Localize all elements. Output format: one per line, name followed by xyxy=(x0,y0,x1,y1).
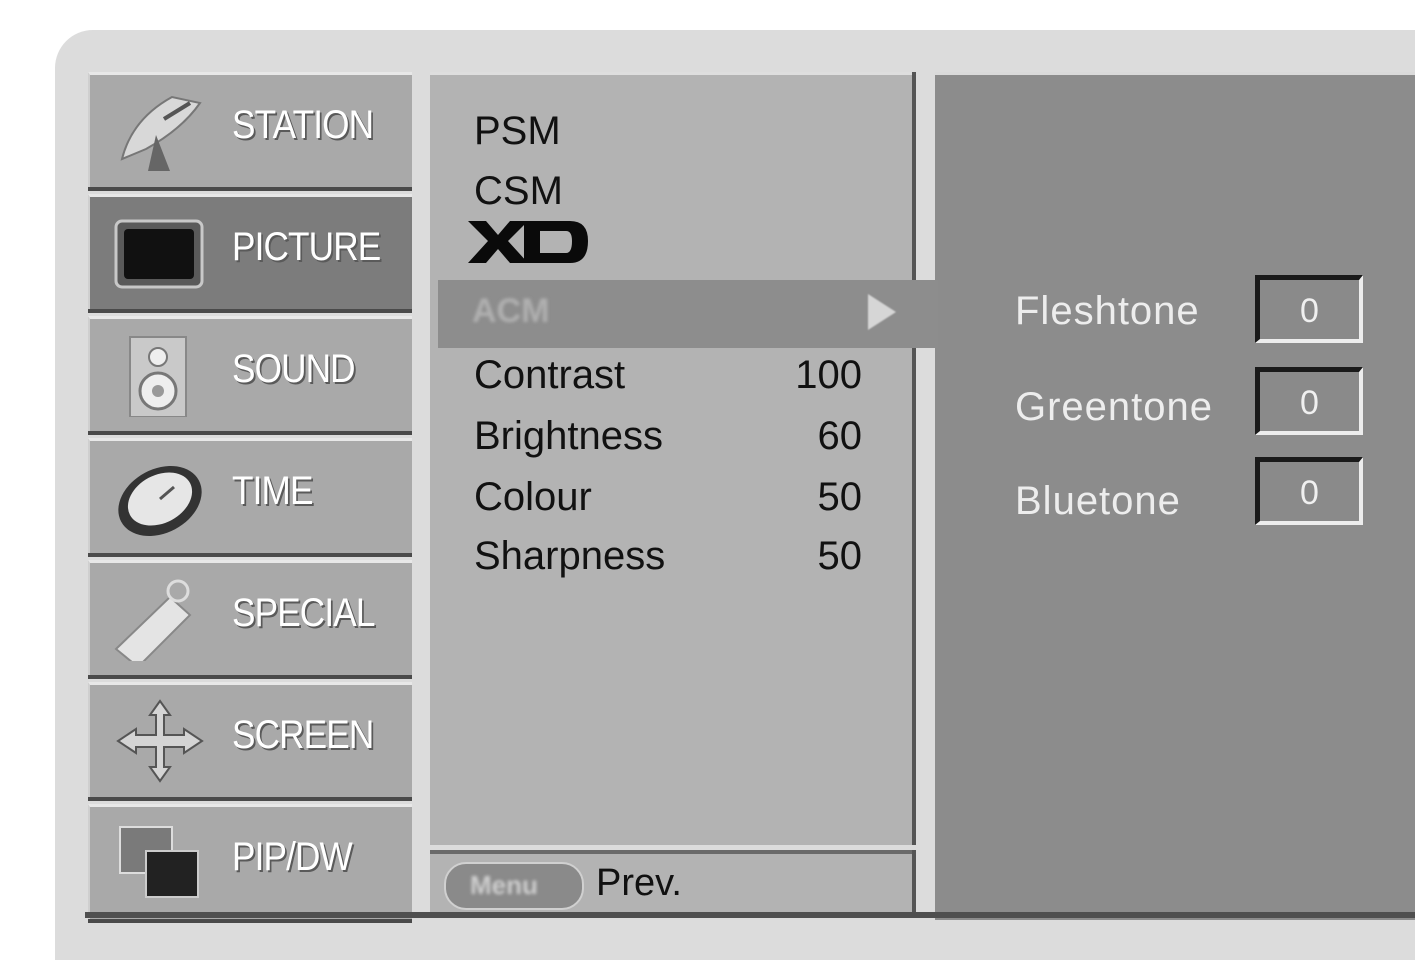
fleshtone-value: 0 xyxy=(1300,292,1319,330)
satellite-dish-icon xyxy=(120,95,202,171)
greentone-value-box[interactable]: 0 xyxy=(1255,367,1363,435)
brightness-value: 60 xyxy=(817,414,863,458)
greentone-value: 0 xyxy=(1300,384,1319,422)
menu-item-colour[interactable]: Colour xyxy=(474,475,592,520)
greentone-label: Greentone xyxy=(1015,385,1214,429)
tag-icon xyxy=(114,579,192,661)
category-screen[interactable]: SCREEN xyxy=(88,682,412,797)
pip-windows-icon xyxy=(119,826,199,898)
menu-item-psm[interactable]: PSM xyxy=(474,109,561,154)
fleshtone-label: Fleshtone xyxy=(1015,289,1200,333)
category-label: PIP/DW xyxy=(232,835,353,879)
speaker-icon xyxy=(129,336,187,417)
category-label: SPECIAL xyxy=(232,591,375,635)
tv-icon xyxy=(114,219,204,289)
menu-item-brightness[interactable]: Brightness xyxy=(474,414,663,459)
menu-item-csm[interactable]: CSM xyxy=(474,169,563,214)
category-label: STATION xyxy=(232,103,374,147)
category-sound[interactable]: SOUND xyxy=(88,316,412,431)
menu-item-contrast[interactable]: Contrast xyxy=(474,353,625,398)
category-label: SOUND xyxy=(232,347,356,391)
move-arrows-icon xyxy=(116,699,204,783)
sharpness-value: 50 xyxy=(817,534,863,578)
bluetone-value: 0 xyxy=(1300,474,1319,512)
category-label: PICTURE xyxy=(232,225,381,269)
acm-submenu-panel: Fleshtone 0 Greentone 0 Bluetone 0 xyxy=(935,72,1415,920)
bluetone-value-box[interactable]: 0 xyxy=(1255,457,1363,525)
bluetone-label: Bluetone xyxy=(1015,479,1181,523)
divider xyxy=(85,912,1415,918)
category-time[interactable]: TIME xyxy=(88,438,412,553)
acm-label: ACM xyxy=(472,292,550,330)
arrow-right-icon xyxy=(868,294,896,330)
fleshtone-value-box[interactable]: 0 xyxy=(1255,275,1363,343)
category-special[interactable]: SPECIAL xyxy=(88,560,412,675)
category-pip-dw[interactable]: PIP/DW xyxy=(88,804,412,919)
menu-button[interactable]: Menu xyxy=(444,862,584,910)
category-label: SCREEN xyxy=(232,713,374,757)
menu-item-sharpness[interactable]: Sharpness xyxy=(474,534,665,579)
prev-label: Prev. xyxy=(596,862,682,904)
colour-value: 50 xyxy=(817,475,863,519)
menu-item-acm[interactable]: ACM xyxy=(438,280,938,348)
xd-logo[interactable] xyxy=(466,219,590,265)
menu-footer: Menu Prev. xyxy=(430,850,912,918)
category-picture[interactable]: PICTURE xyxy=(88,194,412,309)
contrast-value: 100 xyxy=(795,353,862,397)
menu-button-label: Menu xyxy=(470,870,538,900)
picture-menu-panel: PSM CSM Contrast 100 Brightness 60 Colou… xyxy=(430,72,912,845)
category-station[interactable]: STATION xyxy=(88,72,412,187)
category-label: TIME xyxy=(232,469,313,513)
clock-icon xyxy=(118,465,202,537)
